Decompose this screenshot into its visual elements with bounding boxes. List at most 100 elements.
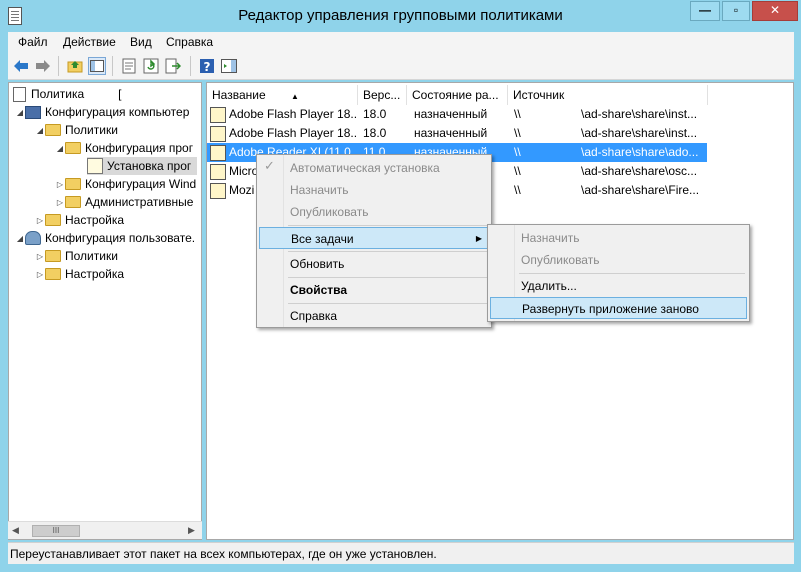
collapse-arrow-icon[interactable]: ◢ bbox=[55, 144, 65, 153]
menu-item-properties[interactable]: Свойства bbox=[259, 279, 489, 301]
package-icon bbox=[210, 107, 226, 123]
menu-item-assign[interactable]: Назначить bbox=[259, 179, 489, 201]
column-header-state[interactable]: Состояние ра... bbox=[407, 85, 508, 105]
menu-separator bbox=[519, 273, 745, 274]
tree-node-label: Конфигурация прог bbox=[85, 141, 194, 155]
user-icon bbox=[25, 231, 41, 245]
collapse-arrow-icon[interactable]: ◢ bbox=[15, 234, 25, 243]
show-hide-tree-icon[interactable] bbox=[88, 57, 106, 75]
tree-node-label: Конфигурация пользовате. bbox=[45, 231, 196, 245]
tree-node-policies[interactable]: ◢ Политики bbox=[35, 121, 118, 139]
collapse-arrow-icon[interactable]: ◢ bbox=[15, 108, 25, 117]
back-arrow-icon[interactable] bbox=[12, 57, 30, 75]
menu-item-publish[interactable]: Опубликовать bbox=[259, 201, 489, 223]
menu-help[interactable]: Справка bbox=[166, 35, 213, 49]
forward-arrow-icon[interactable] bbox=[34, 57, 52, 75]
table-row[interactable]: Adobe Flash Player 18... 18.0 назначенны… bbox=[207, 105, 707, 124]
column-header-version[interactable]: Верс... bbox=[358, 85, 407, 105]
help-icon[interactable]: ? bbox=[198, 57, 216, 75]
title-bar[interactable]: Редактор управления групповыми политикам… bbox=[0, 0, 801, 32]
expand-arrow-icon[interactable]: ▷ bbox=[35, 270, 45, 279]
folder-icon bbox=[45, 214, 61, 226]
submenu-item-redeploy[interactable]: Развернуть приложение заново bbox=[490, 297, 747, 319]
policy-doc-icon bbox=[13, 86, 26, 102]
export-list-icon[interactable] bbox=[164, 57, 182, 75]
refresh-icon[interactable] bbox=[142, 57, 160, 75]
scroll-left-icon[interactable]: ◀ bbox=[12, 525, 19, 536]
folder-icon bbox=[45, 268, 61, 280]
maximize-button[interactable]: ▫ bbox=[722, 1, 750, 21]
tree-node-root[interactable]: Политика [ bbox=[13, 85, 121, 103]
computer-icon bbox=[25, 105, 41, 119]
submenu-item-remove[interactable]: Удалить... bbox=[490, 275, 747, 297]
tree-node-label: Конфигурация Wind bbox=[85, 177, 197, 191]
submenu-arrow-icon: ▶ bbox=[475, 234, 482, 243]
show-action-pane-icon[interactable] bbox=[220, 57, 238, 75]
tree-node-settings[interactable]: ▷ Настройка bbox=[35, 211, 124, 229]
column-header-name[interactable]: Название ▲ bbox=[207, 85, 358, 105]
table-row[interactable]: Adobe Flash Player 18... 18.0 назначенны… bbox=[207, 124, 707, 143]
column-header-source[interactable]: Источник bbox=[508, 85, 708, 105]
app-window: Редактор управления групповыми политикам… bbox=[0, 0, 801, 572]
tree-node-label: Настройка bbox=[65, 213, 125, 227]
package-icon bbox=[210, 164, 226, 180]
close-button[interactable]: ✕ bbox=[752, 1, 798, 21]
folder-icon bbox=[45, 124, 61, 136]
scrollbar-thumb[interactable]: III bbox=[32, 525, 80, 537]
tree-node-label: Политика bbox=[31, 87, 85, 101]
list-header: Название ▲ Верс... Состояние ра... Источ… bbox=[207, 85, 793, 105]
toolbar: ? bbox=[8, 52, 794, 80]
svg-text:?: ? bbox=[204, 60, 211, 74]
submenu-all-tasks: Назначить Опубликовать Удалить... Развер… bbox=[487, 224, 750, 322]
expand-arrow-icon[interactable]: ▷ bbox=[35, 252, 45, 261]
tree-node-label: Настройка bbox=[65, 267, 125, 281]
tree-node-label: Административные bbox=[85, 195, 194, 209]
tree-node-admin-templates[interactable]: ▷ Административные bbox=[55, 193, 193, 211]
collapse-arrow-icon[interactable]: ◢ bbox=[35, 126, 45, 135]
expand-arrow-icon[interactable]: ▷ bbox=[55, 180, 65, 189]
folder-icon bbox=[65, 142, 81, 154]
tree-node-label: Установка прог bbox=[107, 159, 192, 173]
tree-pane[interactable]: Политика [ ◢ Конфигурация компьютер ◢ По… bbox=[8, 82, 202, 540]
tree-node-user-config[interactable]: ◢ Конфигурация пользовате. bbox=[15, 229, 195, 247]
status-bar: Переустанавливает этот пакет на всех ком… bbox=[8, 542, 794, 564]
tree-node-user-settings[interactable]: ▷ Настройка bbox=[35, 265, 124, 283]
expand-arrow-icon[interactable]: ▷ bbox=[35, 216, 45, 225]
minimize-button[interactable]: — bbox=[690, 1, 720, 21]
tree-node-label: Конфигурация компьютер bbox=[45, 105, 190, 119]
submenu-item-publish[interactable]: Опубликовать bbox=[490, 249, 747, 271]
package-icon bbox=[210, 183, 226, 199]
submenu-item-assign[interactable]: Назначить bbox=[490, 227, 747, 249]
menu-separator bbox=[288, 225, 488, 226]
menu-item-all-tasks[interactable]: Все задачи ▶ bbox=[259, 227, 489, 249]
menu-item-auto-install[interactable]: Автоматическая установка bbox=[259, 157, 489, 179]
menu-action[interactable]: Действие bbox=[63, 35, 116, 49]
menu-view[interactable]: Вид bbox=[130, 35, 152, 49]
toolbar-separator bbox=[112, 56, 113, 76]
tree-node-software-config[interactable]: ◢ Конфигурация прог bbox=[55, 139, 193, 157]
toolbar-separator bbox=[190, 56, 191, 76]
expand-arrow-icon[interactable]: ▷ bbox=[55, 198, 65, 207]
tree-node-label: Политики bbox=[65, 249, 118, 263]
folder-icon bbox=[65, 196, 81, 208]
folder-icon bbox=[45, 250, 61, 262]
tree-node-label: Политики bbox=[65, 123, 118, 137]
menu-separator bbox=[288, 303, 488, 304]
menu-file[interactable]: Файл bbox=[18, 35, 48, 49]
scroll-right-icon[interactable]: ▶ bbox=[188, 525, 195, 536]
tree-horizontal-scrollbar[interactable]: ◀ III ▶ bbox=[8, 521, 202, 539]
menu-separator bbox=[288, 277, 488, 278]
folder-icon bbox=[65, 178, 81, 190]
tree-node-user-policies[interactable]: ▷ Политики bbox=[35, 247, 118, 265]
menu-item-refresh[interactable]: Обновить bbox=[259, 253, 489, 275]
tree-node-software-install[interactable]: Установка прог bbox=[87, 157, 198, 175]
up-folder-icon[interactable] bbox=[66, 57, 84, 75]
tree-node-computer-config[interactable]: ◢ Конфигурация компьютер bbox=[15, 103, 189, 121]
tree-node-windows-config[interactable]: ▷ Конфигурация Wind bbox=[55, 175, 196, 193]
toolbar-separator bbox=[58, 56, 59, 76]
package-icon bbox=[87, 158, 103, 174]
properties-icon[interactable] bbox=[120, 57, 138, 75]
menu-bar: Файл Действие Вид Справка bbox=[8, 32, 794, 52]
package-icon bbox=[210, 126, 226, 142]
menu-item-help[interactable]: Справка bbox=[259, 305, 489, 327]
